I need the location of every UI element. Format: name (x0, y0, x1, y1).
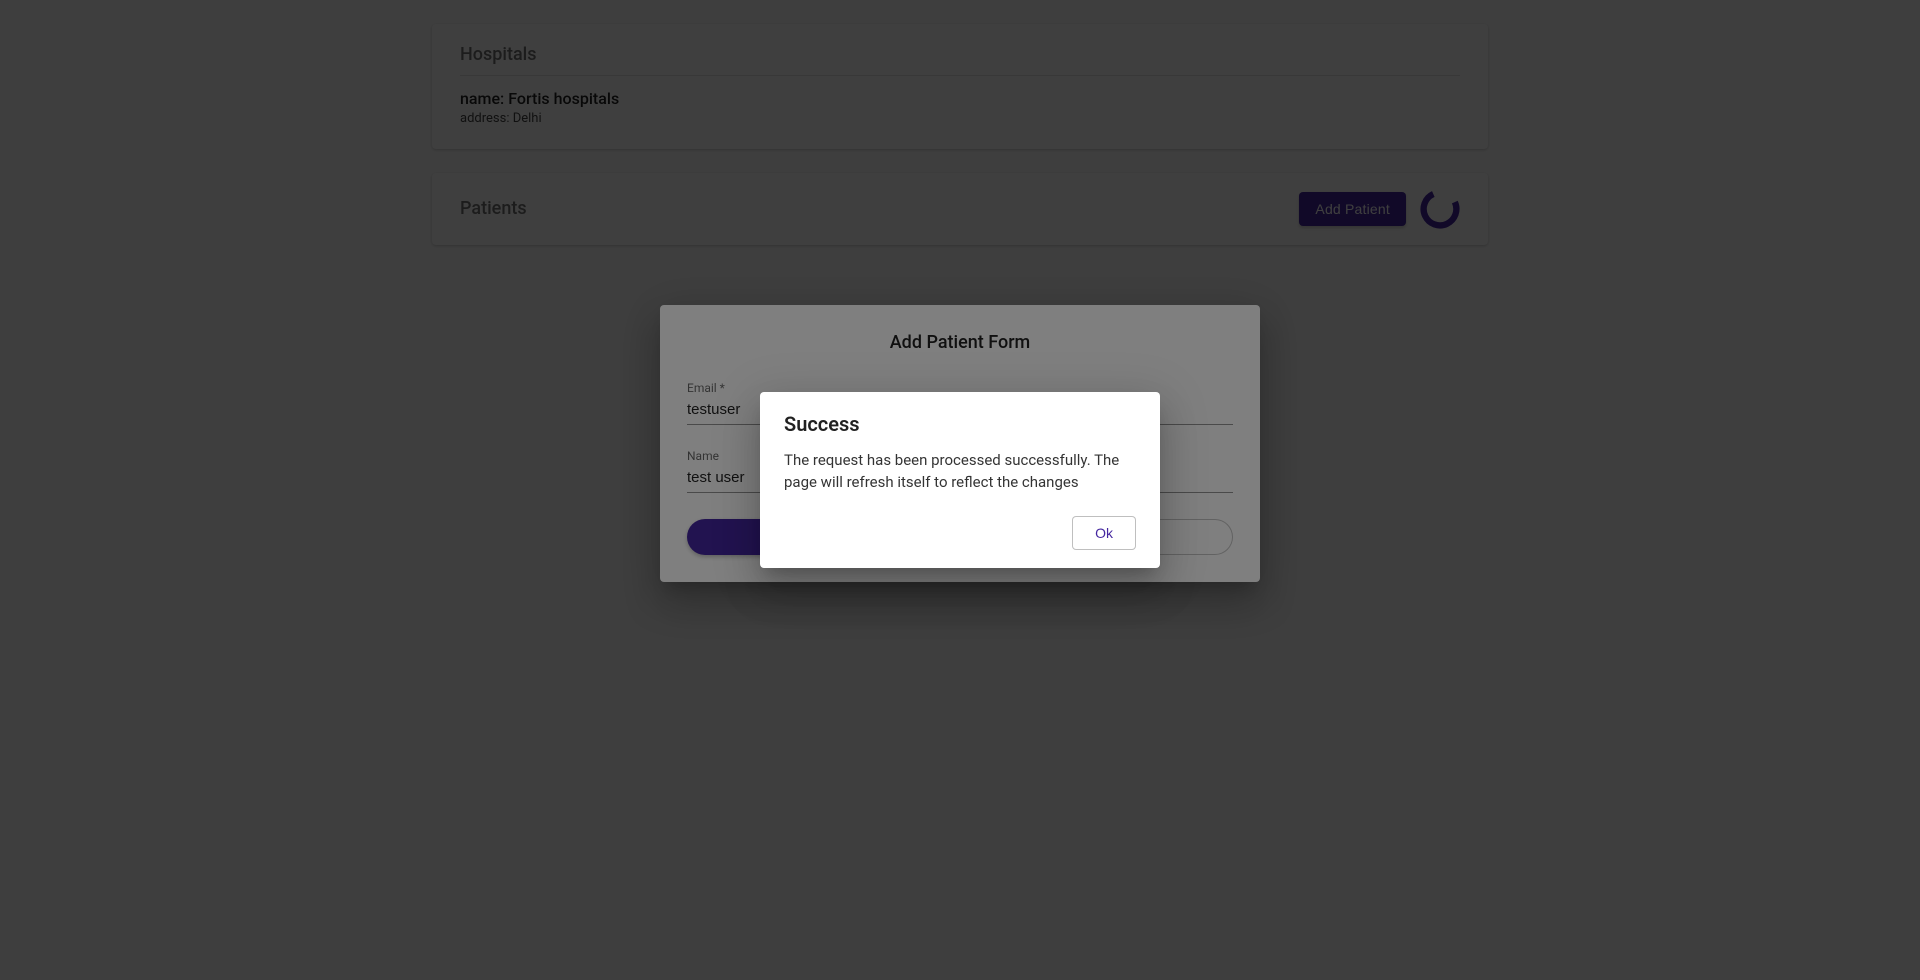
success-actions: Ok (784, 516, 1136, 550)
success-title: Success (784, 412, 1136, 436)
success-message: The request has been processed successfu… (784, 450, 1136, 494)
ok-button[interactable]: Ok (1072, 516, 1136, 550)
success-dialog: Success The request has been processed s… (760, 392, 1160, 568)
